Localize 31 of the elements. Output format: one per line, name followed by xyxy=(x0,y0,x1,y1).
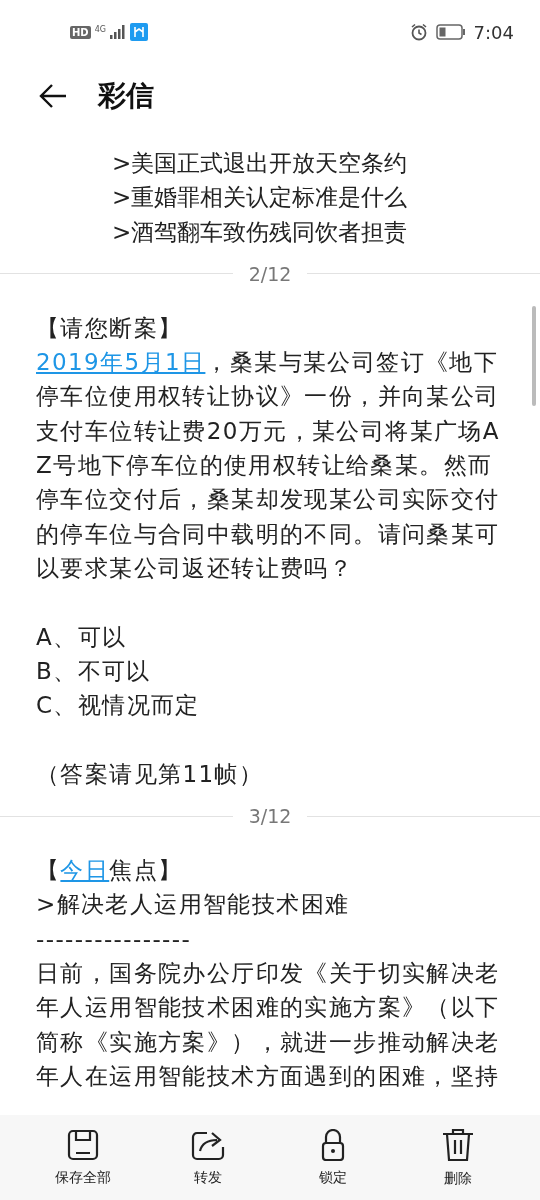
back-arrow-icon[interactable] xyxy=(38,83,68,109)
toolbar-button[interactable]: 转发 xyxy=(157,1124,258,1191)
message-text: >美国正式退出开放天空条约 xyxy=(112,149,409,178)
toolbar-button[interactable]: 保存全部 xyxy=(32,1124,133,1191)
trash-icon xyxy=(441,1127,474,1162)
hd-badge: HD xyxy=(70,25,91,39)
alarm-icon xyxy=(409,23,428,41)
network-label: 4G xyxy=(94,25,106,34)
clock-time: 7:04 xyxy=(473,21,514,43)
signal-icon xyxy=(109,25,126,39)
message-text: 【今日 焦点】 xyxy=(36,856,184,886)
message-text: B、不可以 xyxy=(36,656,152,686)
message-text: 日前，国务院办公厅印发《关于切实解决老年人运用智能技术困难的实施方案》（以下简称《实施方案》），就进一步推动解决老年人在运用智能技术方面遇到的困难，坚持 xyxy=(36,958,501,1091)
lock-icon xyxy=(320,1128,345,1161)
message-text: >解决老人运用智能技术困难 xyxy=(36,890,351,920)
toolbar-button[interactable]: 锁定 xyxy=(282,1124,383,1191)
battery-icon xyxy=(435,24,466,40)
save-icon xyxy=(66,1128,99,1161)
message-text: ---------------- xyxy=(36,924,193,954)
message-text: A、可以 xyxy=(36,622,128,652)
page-number: 2/12 xyxy=(248,262,292,285)
message-text: >酒驾翻车致伤残同饮者担责 xyxy=(112,217,409,247)
message-text: C、视情况而定 xyxy=(36,691,201,721)
page-title: 彩信 xyxy=(98,78,154,114)
toolbar-button[interactable]: 删除 xyxy=(407,1123,508,1192)
message-text: 2019年5月1日，桑某与某公司签订《地下停车位使用权转让协议》一份，并向某公司支付车位转让费20万元，某公司将某广场AZ号地下停车位的使用权转让给桑某。然而停车位交付后，桑某却发现某公司实际交付的停车位与合同中载明的不同。请问桑某可以要求某公司返还转让费吗？ xyxy=(36,348,501,583)
message-text: （答案请见第11帧） xyxy=(36,759,265,789)
page-number: 3/12 xyxy=(248,805,292,828)
message-text: 【请您断案】 xyxy=(36,313,184,343)
app-icon xyxy=(129,23,148,41)
message-text: >重婚罪相关认定标准是什么 xyxy=(112,183,409,213)
